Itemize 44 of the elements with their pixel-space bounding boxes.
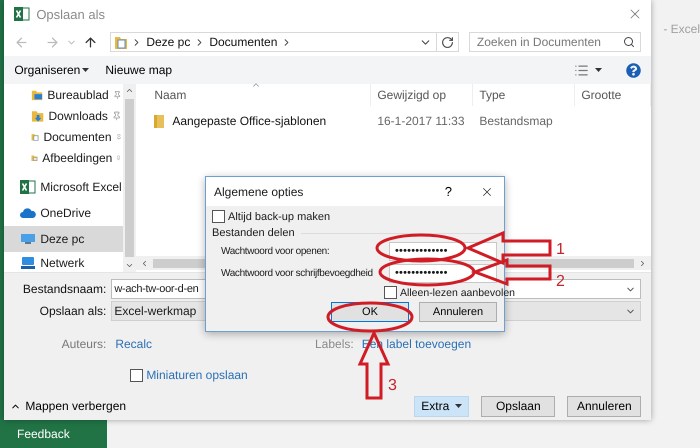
dialog-title: Algemene opties	[214, 184, 304, 198]
field-label: Auteurs:	[60, 337, 108, 351]
nav-item[interactable]: Netwerk	[4, 252, 124, 273]
column-header[interactable]: Type	[473, 84, 576, 106]
nav-item[interactable]: Afbeeldingen	[4, 147, 124, 168]
dialog-button[interactable]: Extra	[414, 396, 470, 416]
field-label: Wachtwoord voor openen:	[221, 246, 330, 256]
nav-item[interactable]: Documenten	[4, 126, 124, 147]
group-label: Bestanden delen	[212, 227, 295, 239]
nav-item[interactable]: Microsoft Excel	[4, 174, 124, 200]
dialog-button[interactable]: Annuleren	[419, 302, 497, 322]
field-label: Opslaan als:	[38, 304, 108, 318]
breadcrumb[interactable]: Documenten	[209, 35, 278, 49]
breadcrumb[interactable]: Deze pc	[146, 35, 190, 49]
nav-item[interactable]: Downloads	[4, 105, 124, 126]
feedback-button[interactable]: Feedback	[0, 420, 107, 448]
dialog-button[interactable]: Annuleren	[567, 396, 642, 416]
window-title: Opslaan als	[36, 6, 106, 22]
address-bar[interactable]: Deze pc Documenten	[110, 32, 438, 52]
help-button[interactable]: ?	[444, 184, 452, 199]
column-header[interactable]: Grootte	[575, 84, 652, 106]
toolbar-button[interactable]: Nieuwe map	[105, 63, 172, 77]
step-number: 2	[556, 273, 565, 290]
app-title: - Excel	[663, 22, 700, 36]
field-label: Labels:	[315, 337, 354, 351]
table-cell: Bestandsmap	[479, 114, 553, 128]
nav-item[interactable]: Deze pc	[4, 226, 124, 252]
checkbox-label: Altijd back-up maken	[228, 210, 330, 222]
table-cell[interactable]: Aangepaste Office-sjablonen	[172, 114, 326, 128]
dialog-button[interactable]: Opslaan	[481, 396, 556, 416]
table-cell: 16-1-2017 11:33	[377, 114, 464, 128]
column-header[interactable]: Naam	[148, 84, 372, 106]
toolbar-button[interactable]: Organiseren	[14, 63, 90, 77]
step-number: 1	[556, 241, 565, 258]
hide-folders-button[interactable]: Mappen verbergen	[4, 399, 126, 413]
authors-link[interactable]: Recalc	[115, 337, 152, 351]
nav-item[interactable]: Bureaublad	[4, 84, 124, 105]
search-field[interactable]: Zoeken in Documenten	[468, 32, 642, 52]
column-header[interactable]: Gewijzigd op	[371, 84, 474, 106]
step-number: 3	[388, 377, 397, 394]
field-label: Bestandsnaam:	[22, 282, 108, 296]
nav-item[interactable]: OneDrive	[4, 200, 124, 226]
checkbox-label[interactable]: Miniaturen opslaan	[146, 368, 248, 382]
field-label: Wachtwoord voor schrijfbevoegdheid	[221, 268, 374, 278]
